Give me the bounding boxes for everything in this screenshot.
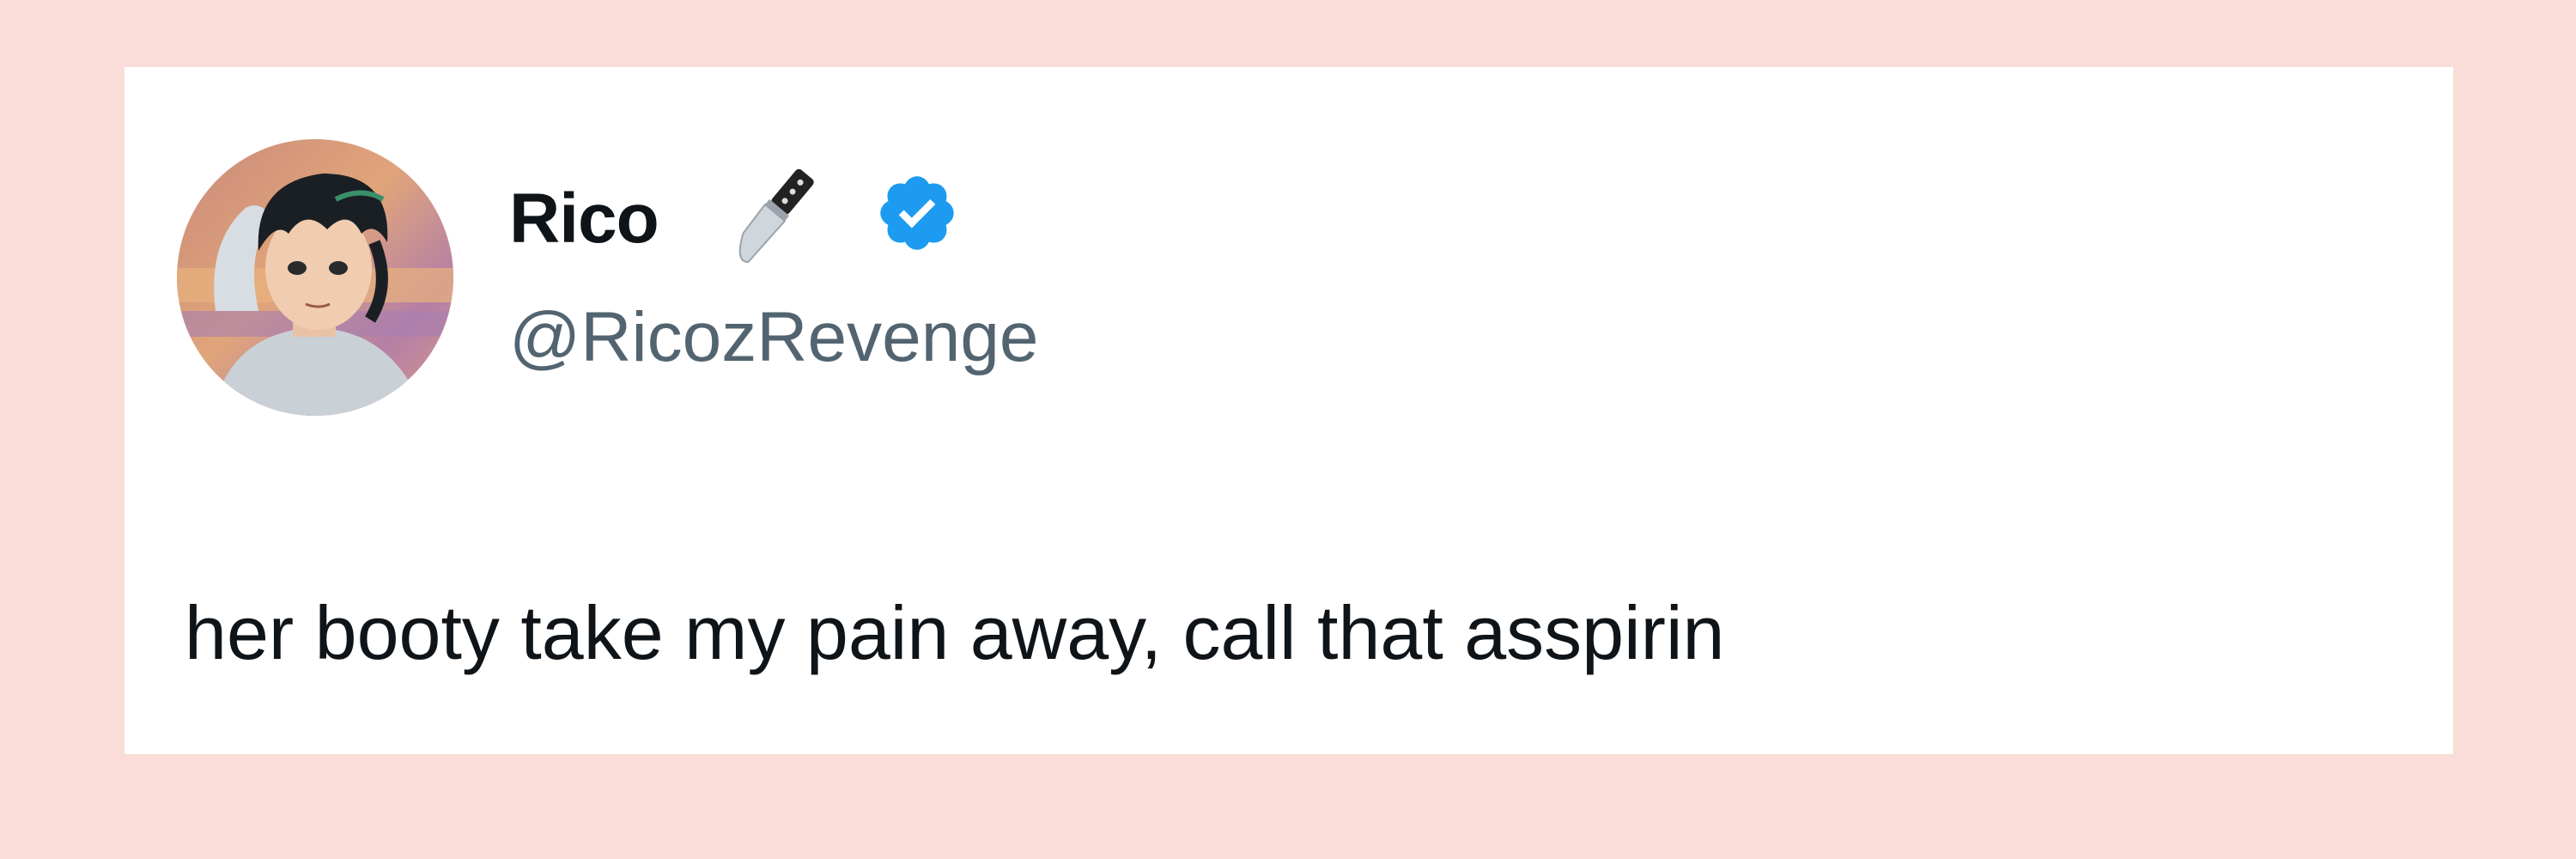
tweet-text: her booty take my pain away, call that a… bbox=[185, 590, 1725, 675]
verified-badge-icon[interactable] bbox=[874, 170, 960, 256]
author-display-name[interactable]: Rico bbox=[509, 184, 659, 254]
avatar-image bbox=[177, 139, 453, 416]
kitchen-knife-icon bbox=[715, 161, 827, 273]
author-handle[interactable]: @RicozRevenge bbox=[509, 297, 1039, 378]
author-name-row: Rico bbox=[509, 172, 659, 266]
avatar[interactable] bbox=[177, 139, 453, 416]
tweet-card: Rico @RicozRevenge her booty take my pai… bbox=[125, 67, 2453, 754]
